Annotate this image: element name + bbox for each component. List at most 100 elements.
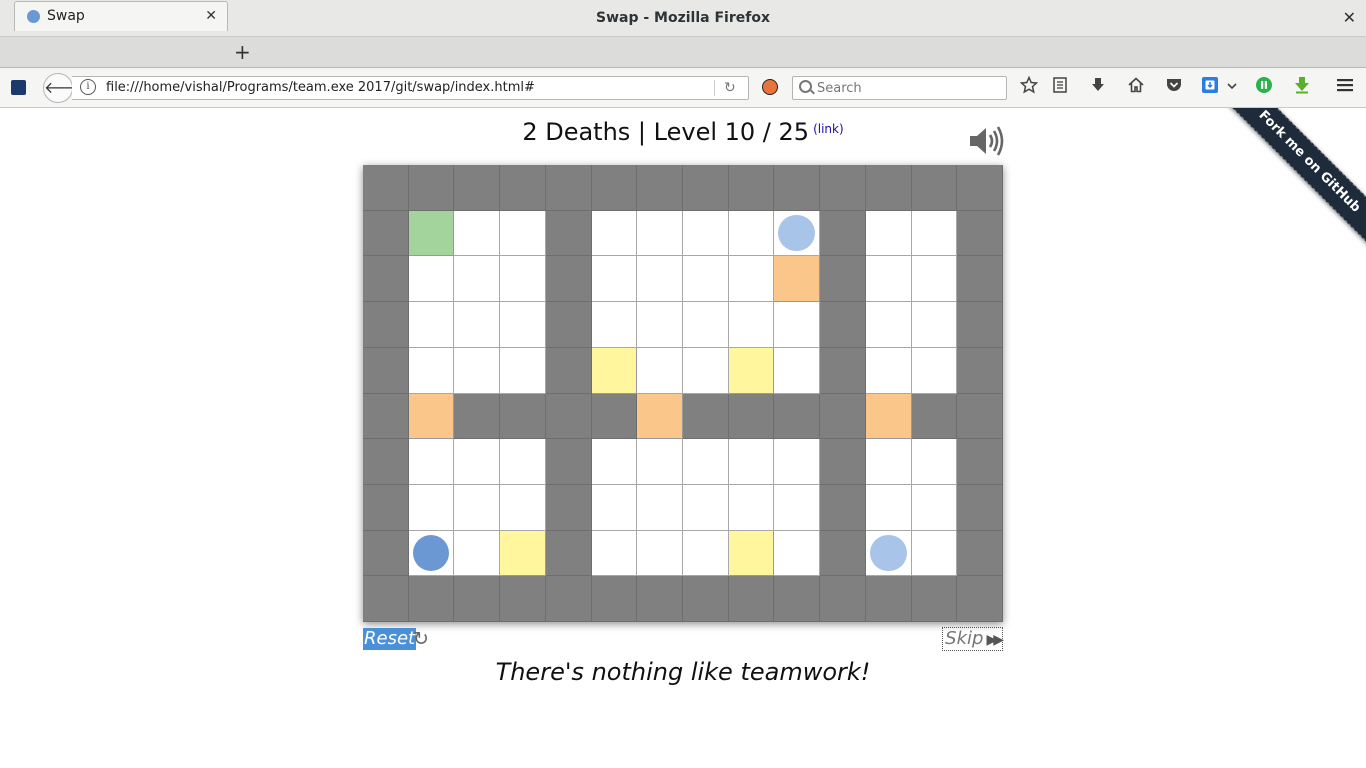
- board-cell-floor: [911, 256, 958, 303]
- board-cell-floor: [683, 302, 729, 348]
- player-inactive[interactable]: [778, 214, 816, 252]
- tab-strip: [0, 37, 1366, 68]
- board-cell-orange: [774, 256, 821, 303]
- level-link[interactable]: (link): [813, 122, 844, 136]
- board-cell-wall: [820, 530, 866, 577]
- board-cell-wall: [408, 576, 455, 622]
- board-cell-wall: [363, 530, 409, 577]
- tab-close-icon[interactable]: ✕: [205, 2, 217, 31]
- board-cell-wall: [545, 256, 592, 303]
- board-cell-floor: [774, 484, 821, 531]
- search-input[interactable]: [815, 78, 999, 98]
- skip-label: Skip: [945, 628, 984, 649]
- board-cell-floor: [637, 256, 683, 303]
- fork-me-ribbon[interactable]: Fork me on GitHub: [1223, 108, 1366, 248]
- board-cell-wall: [820, 210, 866, 257]
- extension-blue-icon[interactable]: [1201, 76, 1223, 98]
- home-icon[interactable]: [1125, 76, 1147, 98]
- board-cell-wall: [545, 530, 592, 577]
- board-cell-floor: [408, 484, 455, 531]
- board-cell-floor: [637, 530, 683, 577]
- sound-icon[interactable]: [968, 124, 1004, 158]
- hamburger-menu-icon[interactable]: [1334, 76, 1356, 98]
- board-cell-yellow: [728, 530, 775, 577]
- board-cell-floor: [911, 484, 958, 531]
- board-cell-floor: [865, 347, 912, 394]
- github-ribbon: Fork me on GitHub: [1216, 108, 1366, 258]
- reset-button[interactable]: Reset: [363, 628, 417, 650]
- board-cell-yellow: [591, 347, 638, 394]
- search-bar[interactable]: [792, 76, 1007, 100]
- board-cell-floor: [454, 256, 501, 303]
- board-cell-wall: [591, 576, 638, 622]
- tab-swap[interactable]: Swap ✕: [14, 1, 228, 31]
- info-icon[interactable]: i: [80, 79, 96, 95]
- board-cell-wall: [545, 576, 592, 622]
- board-cell-wall: [865, 576, 912, 622]
- search-icon: [799, 80, 812, 93]
- player-inactive[interactable]: [869, 534, 907, 572]
- board-cell-floor: [454, 439, 501, 485]
- level-caption: There's nothing like teamwork!: [495, 658, 871, 686]
- url-bar[interactable]: i file:///home/vishal/Programs/team.exe …: [72, 76, 749, 100]
- pocket-icon[interactable]: [1163, 76, 1185, 98]
- back-button[interactable]: 🡐: [43, 73, 87, 103]
- board-cell-wall: [911, 165, 958, 211]
- new-tab-button[interactable]: +: [234, 37, 251, 67]
- board-cell-wall: [500, 165, 546, 211]
- board-cell-floor: [591, 484, 638, 531]
- board-cell-floor: [865, 302, 912, 348]
- game-board[interactable]: [363, 165, 1003, 622]
- reset-icon[interactable]: ↻: [413, 628, 429, 650]
- board-cell-floor: [911, 530, 958, 577]
- board-cell-orange: [865, 393, 912, 440]
- board-cell-floor: [500, 210, 546, 257]
- downloads-icon[interactable]: [1087, 76, 1109, 98]
- deaths-level-text: 2 Deaths | Level 10 / 25: [522, 118, 810, 146]
- url-text[interactable]: file:///home/vishal/Programs/team.exe 20…: [106, 77, 535, 99]
- board-cell-floor: [408, 530, 455, 577]
- player-active[interactable]: [412, 534, 450, 572]
- board-cell-wall: [683, 165, 729, 211]
- board-cell-floor: [774, 439, 821, 485]
- reading-list-icon[interactable]: [1049, 76, 1071, 98]
- board-cell-floor: [637, 210, 683, 257]
- board-cell-wall: [637, 165, 683, 211]
- board-cell-orange: [408, 393, 455, 440]
- chevron-down-icon[interactable]: [1225, 76, 1239, 98]
- board-cell-floor: [637, 439, 683, 485]
- board-cell-wall: [957, 576, 1003, 622]
- board-cell-yellow: [500, 530, 546, 577]
- extension-ball-icon[interactable]: [762, 79, 778, 95]
- board-cell-wall: [820, 347, 866, 394]
- board-cell-wall: [957, 347, 1003, 394]
- board-cell-wall: [911, 576, 958, 622]
- board-cell-floor: [500, 256, 546, 303]
- board-cell-floor: [683, 256, 729, 303]
- board-cell-wall: [728, 576, 775, 622]
- board-cell-wall: [545, 439, 592, 485]
- board-cell-wall: [774, 576, 821, 622]
- extension-green-icon[interactable]: [1253, 76, 1275, 98]
- extension-chart-icon[interactable]: [11, 80, 26, 95]
- board-cell-wall: [454, 393, 501, 440]
- star-icon[interactable]: [1018, 75, 1040, 98]
- board-cell-floor: [865, 484, 912, 531]
- board-cell-wall: [408, 165, 455, 211]
- board-cell-floor: [408, 439, 455, 485]
- board-cell-wall: [820, 302, 866, 348]
- board-cell-floor: [774, 530, 821, 577]
- board-cell-wall: [911, 393, 958, 440]
- board-cell-floor: [500, 439, 546, 485]
- board-cell-wall: [637, 576, 683, 622]
- board-cell-floor: [911, 439, 958, 485]
- board-cell-wall: [591, 393, 638, 440]
- board-cell-yellow: [728, 347, 775, 394]
- reload-icon[interactable]: ↻: [724, 77, 736, 99]
- download-arrow-icon[interactable]: [1291, 76, 1313, 98]
- window-close-button[interactable]: ✕: [1343, 0, 1356, 36]
- favicon-icon: [27, 10, 40, 23]
- skip-button[interactable]: Skip ▶▶: [942, 627, 1004, 651]
- board-cell-wall: [957, 256, 1003, 303]
- board-cell-wall: [363, 347, 409, 394]
